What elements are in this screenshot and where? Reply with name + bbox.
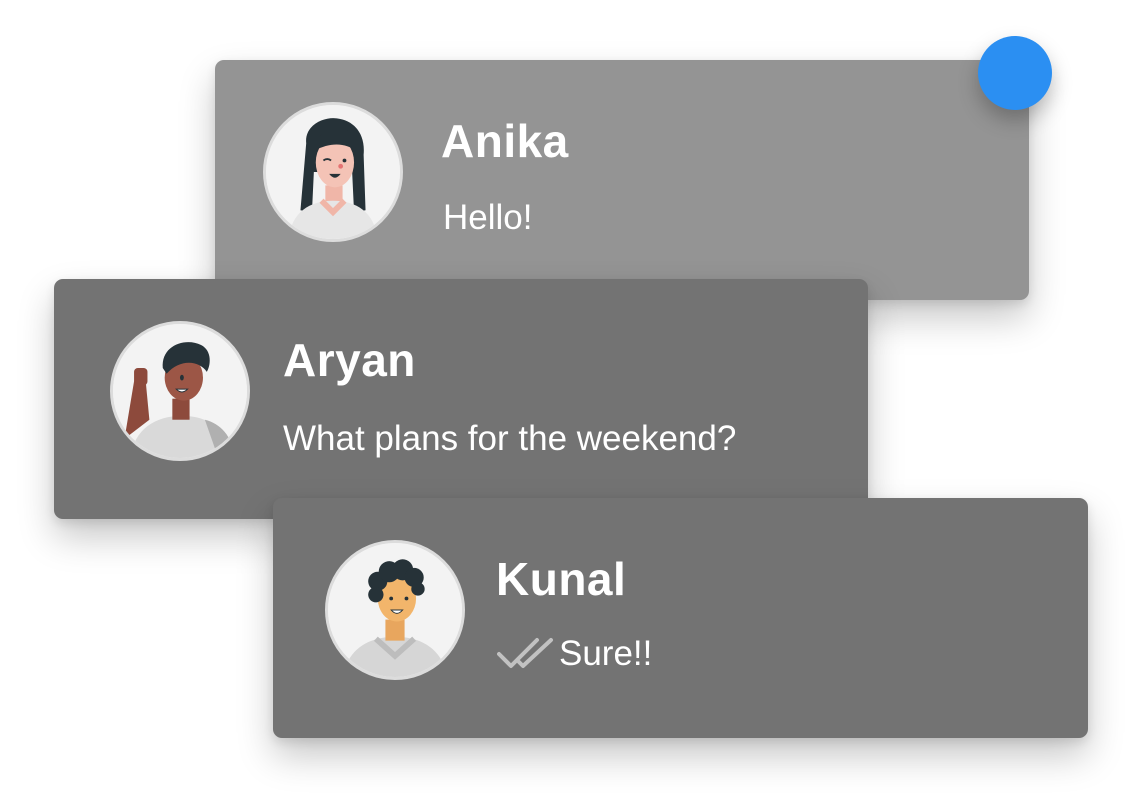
chat-preview-stack: Anika Hello! Aryan What plans for the we…	[0, 0, 1140, 809]
chat-card-aryan[interactable]: Aryan What plans for the weekend?	[54, 279, 868, 519]
male-waving-avatar-icon	[110, 321, 250, 461]
message-preview: Hello!	[443, 198, 533, 237]
male-curly-hair-avatar-icon	[325, 540, 465, 680]
female-avatar-icon	[263, 102, 403, 242]
contact-name: Anika	[441, 115, 569, 167]
message-preview: Sure!!	[559, 634, 653, 673]
contact-name: Kunal	[496, 553, 627, 605]
contact-name: Aryan	[283, 334, 416, 386]
chat-card-kunal[interactable]: Kunal Sure!!	[273, 498, 1088, 738]
double-check-icon	[497, 638, 553, 668]
message-preview: What plans for the weekend?	[283, 419, 737, 458]
chat-card-anika[interactable]: Anika Hello!	[215, 60, 1029, 300]
notification-badge[interactable]	[978, 36, 1052, 110]
